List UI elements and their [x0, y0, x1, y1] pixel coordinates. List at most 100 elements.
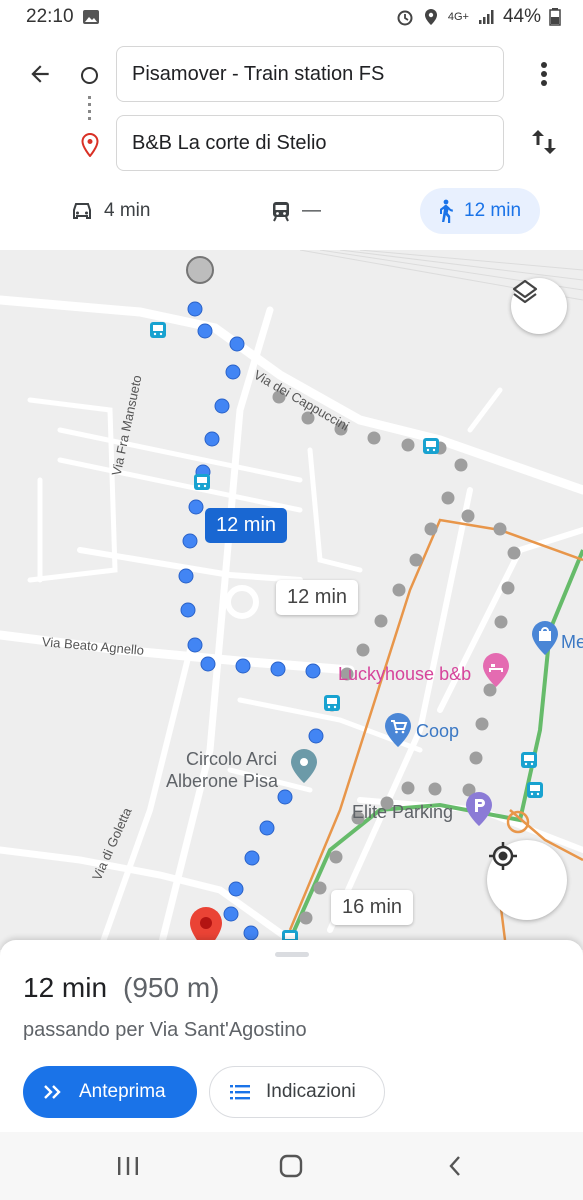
alt-route-dot [401, 781, 415, 795]
walk-icon [440, 199, 453, 223]
signal-icon [478, 10, 494, 24]
map-view[interactable]: Via Fra Mansueto Via dei Cappuccini Via … [0, 250, 583, 950]
summary-time: 12 min [23, 972, 108, 1003]
back-button[interactable] [22, 56, 58, 92]
route-dot [235, 658, 251, 674]
destination-input[interactable]: B&B La corte di Stelio [116, 115, 504, 171]
mode-car-time: 4 min [104, 200, 151, 221]
battery-icon [549, 8, 561, 26]
bus-stop-icon[interactable] [324, 695, 340, 711]
route-dot [182, 533, 198, 549]
mode-transit[interactable]: — [270, 188, 321, 234]
layers-icon [512, 279, 538, 304]
mode-transit-time: — [302, 200, 321, 221]
preview-label: Anteprima [79, 1081, 166, 1102]
hotel-pin-icon[interactable] [481, 652, 511, 688]
mode-walk-time: 12 min [464, 200, 522, 221]
route-time-label-selected[interactable]: 12 min [205, 508, 288, 543]
route-start-marker[interactable] [186, 256, 214, 284]
battery-percent: 44% [502, 6, 541, 27]
poi-label: Circolo Arci [186, 749, 278, 769]
bus-stop-icon[interactable] [423, 438, 439, 454]
more-vert-icon [541, 62, 547, 86]
alt-route-dot [461, 509, 475, 523]
route-dot [214, 398, 230, 414]
back-nav-button[interactable] [437, 1150, 473, 1182]
parking-pin-icon[interactable] [464, 791, 494, 827]
back-chevron-icon [449, 1156, 460, 1176]
poi-alberone-pisa[interactable]: Alberone Pisa [166, 771, 278, 792]
status-time: 22:10 [26, 6, 74, 27]
alt-route-dot [356, 643, 370, 657]
my-location-button[interactable] [487, 840, 567, 920]
route-dot [225, 364, 241, 380]
shopping-bag-pin-icon[interactable] [530, 620, 560, 656]
route-dot [277, 789, 293, 805]
swap-vert-icon [532, 130, 556, 154]
alarm-icon [397, 10, 413, 26]
directions-search-panel: Pisamover - Train station FS B&B La cort… [0, 34, 583, 250]
shopping-cart-pin-icon[interactable] [383, 712, 413, 748]
origin-input[interactable]: Pisamover - Train station FS [116, 46, 504, 102]
recent-apps-icon [118, 1157, 138, 1175]
bus-stop-icon[interactable] [194, 474, 210, 490]
alt-route-dot [329, 850, 343, 864]
drag-handle[interactable] [275, 952, 309, 957]
double-chevron-icon [44, 1085, 61, 1099]
recent-apps-button[interactable] [110, 1150, 146, 1182]
location-icon [424, 9, 437, 25]
directions-label: Indicazioni [266, 1081, 356, 1102]
route-dot [197, 323, 213, 339]
poi-luckyhouse[interactable]: Luckyhouse b&b [338, 664, 471, 685]
route-dot [243, 925, 259, 941]
bus-stop-icon[interactable] [150, 322, 166, 338]
alt-route-dot [501, 581, 515, 595]
mode-car[interactable]: 4 min [70, 188, 150, 234]
route-dot [244, 850, 260, 866]
alt-route-dot [507, 546, 521, 560]
route-dot [180, 602, 196, 618]
place-pin-icon[interactable] [289, 748, 319, 784]
summary-distance: (950 m) [123, 972, 220, 1003]
more-options-button[interactable] [530, 58, 558, 90]
network-type: 4G+ [447, 11, 469, 23]
poi-label: Me [561, 632, 583, 652]
poi-label: Coop [416, 721, 460, 741]
route-time-label-alt[interactable]: 12 min [276, 580, 359, 615]
poi-circolo-arci[interactable]: Circolo Arci [186, 747, 277, 771]
alt-route-dot [409, 553, 423, 567]
system-nav-bar [0, 1132, 583, 1200]
bus-stop-icon[interactable] [527, 782, 543, 798]
poi-coop[interactable]: Coop [416, 721, 459, 742]
route-dot [187, 301, 203, 317]
route-dot [308, 728, 324, 744]
alt-route-dot [374, 614, 388, 628]
route-connector-dots [88, 96, 91, 122]
origin-circle-icon [81, 67, 98, 84]
route-dot [200, 656, 216, 672]
alt-route-dot [493, 522, 507, 536]
layers-button[interactable] [511, 278, 567, 334]
swap-button[interactable] [528, 126, 560, 158]
poi-me[interactable]: Me [561, 632, 583, 653]
poi-elite-parking[interactable]: Elite Parking [352, 802, 453, 823]
bus-stop-icon[interactable] [521, 752, 537, 768]
route-summary-sheet[interactable]: 12 min (950 m) passando per Via Sant'Ago… [0, 940, 583, 1132]
image-icon [82, 10, 99, 24]
train-icon [273, 202, 289, 222]
travel-modes: 4 min — 12 min [0, 188, 583, 234]
route-dot [229, 336, 245, 352]
alt-route-dot [299, 911, 313, 925]
status-bar: 22:10 4G+ 44% [0, 0, 583, 34]
preview-button[interactable]: Anteprima [23, 1066, 197, 1118]
home-button[interactable] [273, 1150, 309, 1182]
route-dot [223, 906, 239, 922]
route-time-label-alt[interactable]: 16 min [331, 890, 414, 925]
alt-route-dot [392, 583, 406, 597]
poi-label: Alberone Pisa [166, 771, 279, 791]
route-dot [204, 431, 220, 447]
directions-button[interactable]: Indicazioni [209, 1066, 385, 1118]
arrow-back-icon [31, 65, 49, 83]
mode-walk[interactable]: 12 min [420, 188, 540, 234]
route-dot [270, 661, 286, 677]
